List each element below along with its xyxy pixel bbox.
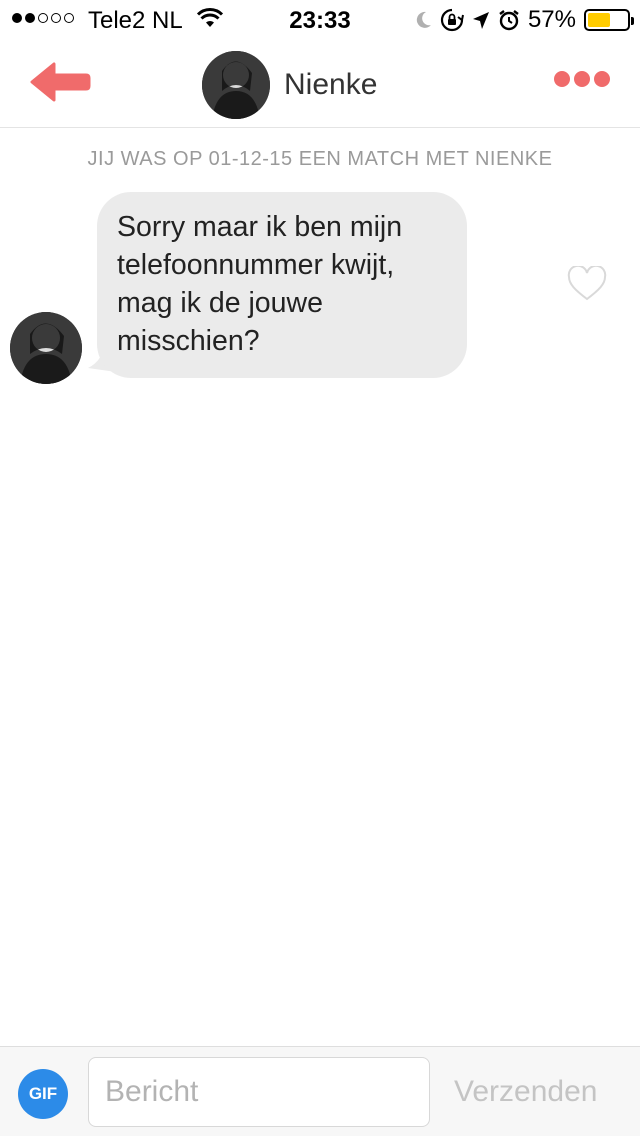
gif-button[interactable]: GIF [18,1069,68,1119]
contact-profile-button[interactable]: Nienke [202,51,377,119]
contact-name: Nienke [284,68,378,101]
like-message-button[interactable] [567,264,607,302]
status-icons: 57% [414,6,634,34]
more-dots-icon [554,71,570,87]
alarm-icon [498,9,520,31]
back-arrow-icon [30,62,91,102]
more-options-button[interactable] [554,71,610,87]
heart-icon [567,264,607,301]
message-input[interactable] [88,1057,430,1127]
message-row: Sorry maar ik ben mijn telefoonnummer kw… [10,192,630,392]
chat-header: Nienke [0,40,640,128]
location-arrow-icon [472,10,490,30]
battery-level-fill [588,13,610,27]
message-text: Sorry maar ik ben mijn telefoonnummer kw… [117,211,403,357]
contact-avatar[interactable] [202,51,270,119]
message-bubble[interactable]: Sorry maar ik ben mijn telefoonnummer kw… [97,192,467,378]
sender-avatar[interactable] [10,312,82,384]
status-bar: Tele2 NL 23:33 57% [0,0,640,40]
moon-icon [414,10,432,30]
back-button[interactable] [28,58,92,106]
more-dot [574,71,590,87]
battery-icon [584,9,634,31]
send-button[interactable]: Verzenden [454,1057,597,1127]
match-info-text: JIJ WAS OP 01-12-15 EEN MATCH MET NIENKE [87,148,553,170]
more-dot [594,71,610,87]
rotation-lock-icon [440,8,464,32]
battery-percent: 57% [527,6,576,33]
message-composer: GIF Verzenden [0,1046,640,1136]
